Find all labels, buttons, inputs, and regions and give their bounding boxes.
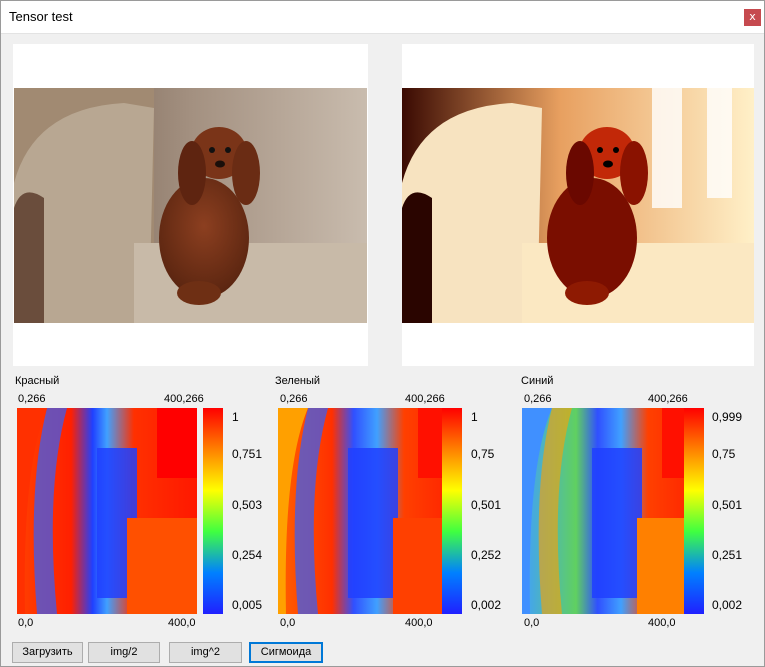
processed-photo <box>402 88 754 323</box>
colorbar-tick-green-0: 1 <box>471 410 478 424</box>
coord-top-right-green: 400,266 <box>405 393 445 405</box>
coord-bottom-right-green: 400,0 <box>405 617 433 629</box>
colorbar-tick-green-1: 0,75 <box>471 447 495 461</box>
coord-bottom-left-blue: 0,0 <box>524 617 540 629</box>
load-button[interactable]: Загрузить <box>12 642 83 663</box>
original-image-box <box>13 44 368 366</box>
coord-bottom-right-red: 400,0 <box>168 617 196 629</box>
colorbar-green <box>442 408 462 614</box>
coord-top-right-blue: 400,266 <box>648 393 688 405</box>
title-bar: Tensor test x <box>1 1 764 34</box>
coord-top-left-green: 0,266 <box>280 393 308 405</box>
half-button[interactable]: img/2 <box>88 642 160 663</box>
coord-bottom-left-red: 0,0 <box>18 617 34 629</box>
coord-bottom-left-green: 0,0 <box>280 617 296 629</box>
heatmap-green <box>278 408 458 614</box>
colorbar-tick-green-3: 0,252 <box>471 548 502 562</box>
colorbar-tick-green-2: 0,501 <box>471 498 502 512</box>
colorbar-tick-blue-4: 0,002 <box>712 598 743 612</box>
colorbar-tick-red-0: 1 <box>232 410 239 424</box>
colorbar-tick-red-1: 0,751 <box>232 447 263 461</box>
channel-label-green: Зеленый <box>275 375 321 387</box>
sigmoid-button[interactable]: Сигмоида <box>249 642 323 663</box>
colorbar-red <box>203 408 223 614</box>
original-photo <box>14 88 367 323</box>
window-title: Tensor test <box>9 9 73 24</box>
coord-bottom-right-blue: 400,0 <box>648 617 676 629</box>
colorbar-tick-red-2: 0,503 <box>232 498 263 512</box>
channel-label-blue: Синий <box>521 375 554 387</box>
heatmap-blue <box>522 408 702 614</box>
coord-top-left-red: 0,266 <box>18 393 46 405</box>
colorbar-tick-blue-0: 0,999 <box>712 410 743 424</box>
colorbar-tick-blue-3: 0,251 <box>712 548 743 562</box>
coord-top-left-blue: 0,266 <box>524 393 552 405</box>
colorbar-blue <box>684 408 704 614</box>
app-window: Tensor test x Красный 0,266 400,266 1 0,… <box>0 0 765 667</box>
channel-label-red: Красный <box>15 375 60 387</box>
colorbar-tick-green-4: 0,002 <box>471 598 502 612</box>
colorbar-tick-blue-1: 0,75 <box>712 447 736 461</box>
heatmap-red <box>17 408 197 614</box>
square-button[interactable]: img^2 <box>169 642 242 663</box>
colorbar-tick-red-3: 0,254 <box>232 548 263 562</box>
colorbar-tick-blue-2: 0,501 <box>712 498 743 512</box>
coord-top-right-red: 400,266 <box>164 393 204 405</box>
close-button[interactable]: x <box>744 9 761 26</box>
processed-image-box <box>402 44 754 366</box>
colorbar-tick-red-4: 0,005 <box>232 598 263 612</box>
